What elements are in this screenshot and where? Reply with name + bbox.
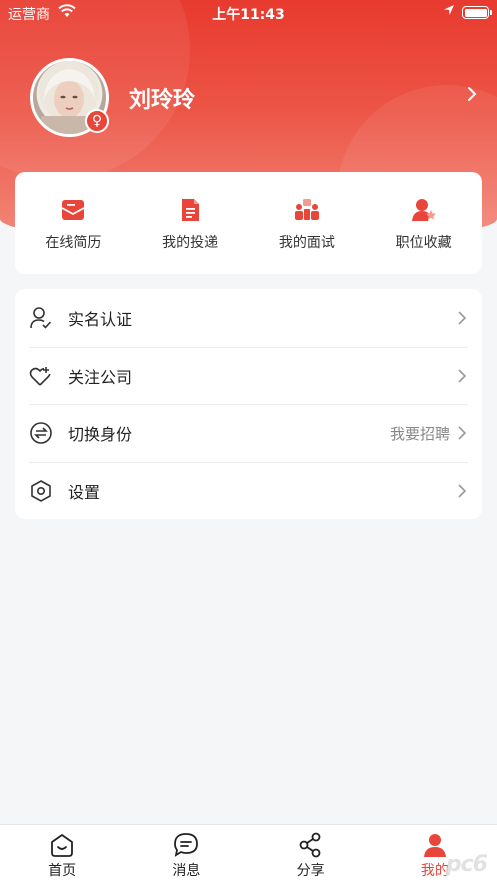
profile-summary[interactable]: ♀ 刘玲玲 bbox=[0, 58, 497, 138]
quick-action-saved-jobs[interactable]: 职位收藏 bbox=[365, 172, 482, 274]
quick-action-label: 在线简历 bbox=[45, 235, 102, 251]
watermark-logo: pc6 bbox=[445, 852, 488, 877]
settings-menu-card: 实名认证 关注公司 切换身份 我要招聘 设置 bbox=[15, 289, 482, 519]
user-name: 刘玲玲 bbox=[129, 88, 196, 113]
quick-actions-card: 在线简历 我的投递 我的面试 职位收藏 bbox=[15, 172, 482, 274]
message-icon bbox=[172, 831, 200, 859]
female-gender-icon: ♀ bbox=[85, 109, 109, 133]
quick-action-label: 我的面试 bbox=[278, 235, 335, 251]
share-icon bbox=[297, 831, 325, 859]
tab-label: 分享 bbox=[296, 863, 325, 879]
chevron-right-icon[interactable] bbox=[467, 86, 477, 106]
chevron-right-icon bbox=[456, 310, 468, 326]
chevron-right-icon bbox=[456, 483, 468, 499]
menu-item-label: 设置 bbox=[68, 482, 101, 502]
tab-messages[interactable]: 消息 bbox=[124, 825, 248, 883]
tab-home[interactable]: 首页 bbox=[0, 825, 124, 883]
menu-item-followed-companies[interactable]: 关注公司 bbox=[29, 346, 468, 405]
chevron-right-icon bbox=[456, 368, 468, 384]
quick-action-online-resume[interactable]: 在线简历 bbox=[15, 172, 132, 274]
menu-item-label: 实名认证 bbox=[68, 309, 133, 329]
resume-envelope-icon bbox=[59, 196, 87, 224]
interview-icon bbox=[293, 196, 321, 224]
quick-action-my-interviews[interactable]: 我的面试 bbox=[249, 172, 366, 274]
tab-share[interactable]: 分享 bbox=[249, 825, 373, 883]
tab-label: 我的 bbox=[420, 863, 449, 879]
menu-item-label: 关注公司 bbox=[68, 367, 133, 387]
battery-icon bbox=[462, 6, 492, 19]
home-icon bbox=[48, 831, 76, 859]
quick-action-label: 我的投递 bbox=[162, 235, 219, 251]
user-verify-icon bbox=[29, 306, 53, 330]
tab-label: 消息 bbox=[172, 863, 201, 879]
bottom-tab-bar: 首页 消息 分享 我的 bbox=[0, 824, 497, 883]
quick-action-label: 职位收藏 bbox=[395, 235, 452, 251]
switch-icon bbox=[29, 421, 53, 445]
document-icon bbox=[176, 196, 204, 224]
heart-plus-icon bbox=[29, 364, 53, 388]
clock-time: 上午11:43 bbox=[212, 7, 285, 23]
menu-item-switch-identity[interactable]: 切换身份 我要招聘 bbox=[29, 404, 468, 462]
favorite-job-icon bbox=[410, 196, 438, 224]
location-arrow-icon bbox=[443, 4, 455, 20]
tab-label: 首页 bbox=[48, 863, 77, 879]
menu-item-label: 切换身份 bbox=[68, 425, 133, 445]
menu-item-real-name-verification[interactable]: 实名认证 bbox=[29, 289, 468, 347]
chevron-right-icon bbox=[456, 425, 468, 441]
me-icon bbox=[421, 831, 449, 859]
settings-hexagon-icon bbox=[29, 479, 53, 503]
menu-item-settings[interactable]: 设置 bbox=[29, 461, 468, 520]
quick-action-my-applications[interactable]: 我的投递 bbox=[132, 172, 249, 274]
menu-item-extra: 我要招聘 bbox=[389, 424, 450, 443]
status-bar: 运营商 上午11:43 bbox=[0, 0, 497, 26]
